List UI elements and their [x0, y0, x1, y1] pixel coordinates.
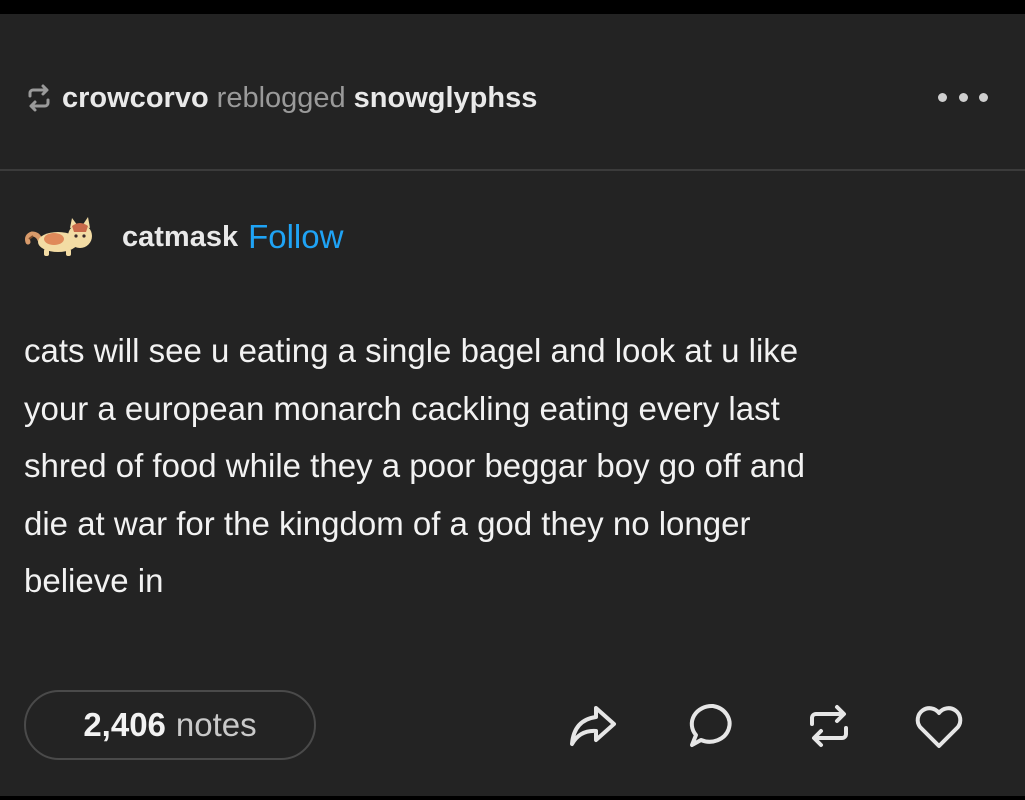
post-line: die at war for the kingdom of a god they…	[24, 504, 751, 542]
reblog-icon	[24, 83, 54, 113]
more-icon-dot	[979, 92, 988, 102]
heart-icon	[915, 706, 963, 748]
more-icon	[938, 92, 947, 102]
post-actions	[565, 700, 975, 752]
reblog-source-name[interactable]: snowglyphss	[354, 82, 538, 115]
post-line: your a european monarch cackling eating …	[24, 389, 780, 427]
author-row: catmask Follow	[24, 212, 343, 262]
share-icon	[570, 706, 616, 746]
follow-button[interactable]: Follow	[248, 218, 343, 256]
reblogger-name[interactable]: crowcorvo	[62, 82, 209, 115]
avatar[interactable]	[24, 212, 98, 262]
notes-button[interactable]: 2,406 notes	[24, 690, 316, 760]
more-icon-dot	[958, 92, 968, 102]
post-card: crowcorvo reblogged snowglyphss catmask …	[0, 14, 1025, 796]
share-button[interactable]	[565, 700, 621, 752]
post-body: cats will see u eating a single bagel an…	[24, 322, 984, 610]
reblog-verb: reblogged	[216, 81, 346, 114]
notes-label: notes	[175, 706, 257, 743]
author-name[interactable]: catmask	[122, 221, 238, 254]
reblog-attribution: crowcorvo reblogged snowglyphss	[24, 80, 537, 116]
more-options-button[interactable]	[938, 86, 988, 108]
reply-icon	[689, 703, 732, 747]
post-line: shred of food while they a poor beggar b…	[24, 447, 805, 484]
reblog-header: crowcorvo reblogged snowglyphss	[0, 14, 1025, 171]
reply-button[interactable]	[685, 700, 741, 752]
reblog-button[interactable]	[801, 700, 857, 752]
notes-count: 2,406	[83, 706, 166, 743]
post-line: cats will see u eating a single bagel an…	[24, 332, 799, 369]
post-line: believe in	[24, 562, 164, 599]
reblog-icon	[810, 705, 848, 747]
like-button[interactable]	[911, 700, 967, 752]
